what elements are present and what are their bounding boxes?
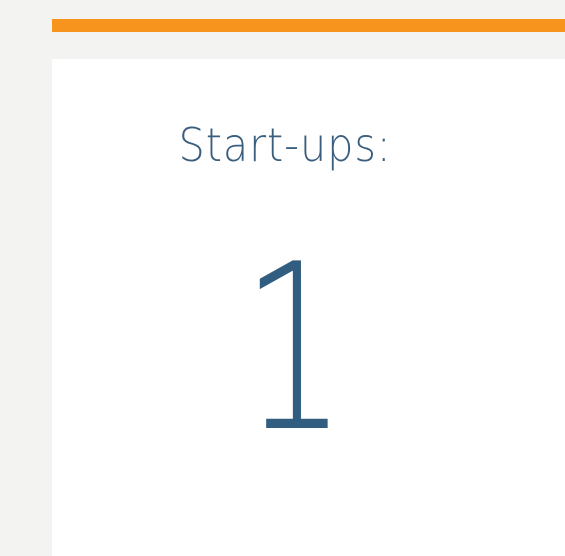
stat-value: 1 — [241, 216, 347, 483]
accent-bar — [52, 19, 565, 32]
stat-label: Start-ups: — [178, 118, 392, 172]
